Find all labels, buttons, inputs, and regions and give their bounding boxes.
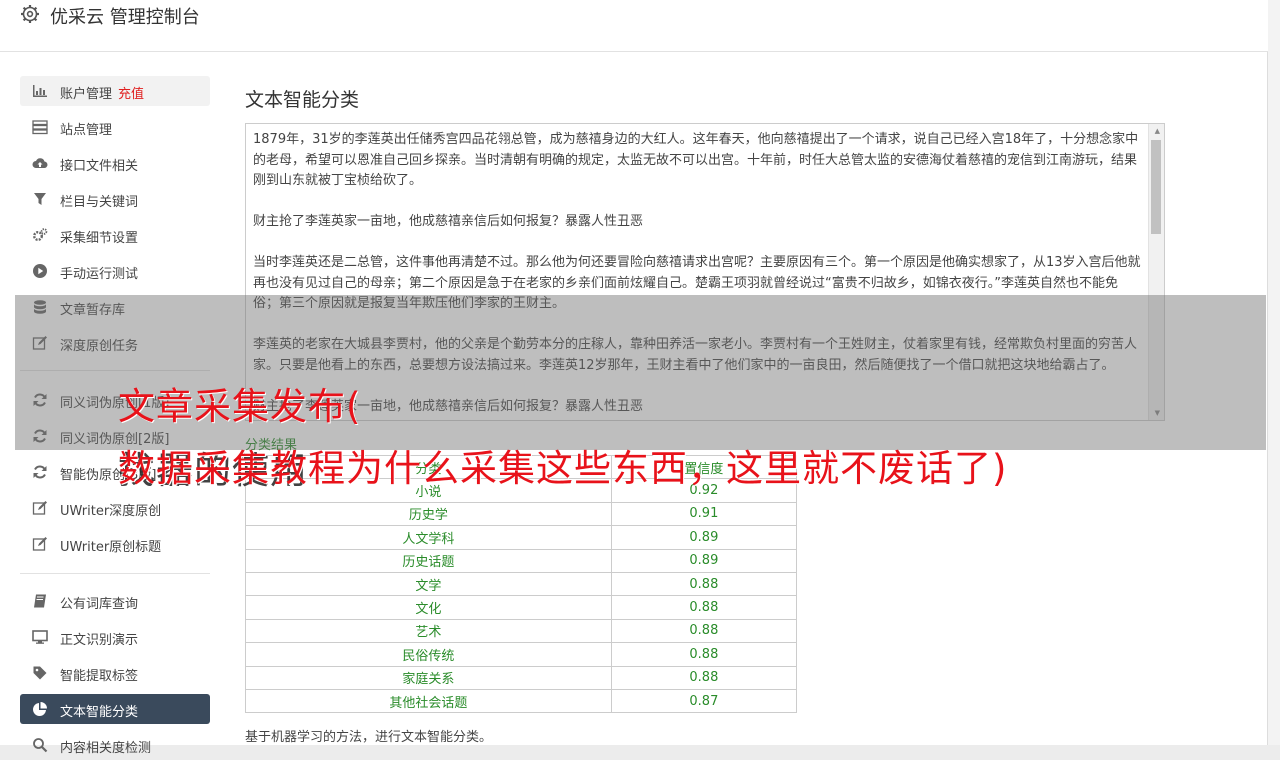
confidence-cell: 0.88 bbox=[610, 665, 798, 690]
table-row: 民俗传统 0.88 bbox=[245, 642, 798, 667]
table-row: 艺术 0.88 bbox=[245, 618, 798, 644]
bar-chart-icon bbox=[33, 85, 47, 97]
category-cell: 民俗传统 bbox=[245, 642, 612, 667]
server-icon bbox=[32, 120, 48, 135]
category-cell: 历史话题 bbox=[245, 548, 612, 573]
category-cell: 人文学科 bbox=[245, 525, 612, 550]
table-row: 其他社会话题 0.87 bbox=[245, 688, 798, 714]
sidebar-item-label: 内容相关度检测 bbox=[60, 741, 152, 756]
category-cell: 家庭关系 bbox=[245, 665, 612, 690]
book-icon bbox=[34, 594, 46, 608]
page-scrollbar[interactable] bbox=[1268, 0, 1280, 745]
sidebar-item-text-recognition[interactable]: 正文识别演示 bbox=[20, 622, 210, 652]
category-cell: 文学 bbox=[245, 571, 612, 597]
confidence-cell: 0.88 bbox=[610, 642, 798, 667]
sidebar-item-uwriter-deep[interactable]: UWriter深度原创 bbox=[20, 493, 210, 523]
category-cell: 文化 bbox=[245, 595, 612, 620]
pie-chart-icon bbox=[33, 702, 47, 716]
sidebar-item-label: 站点管理 bbox=[60, 123, 113, 138]
table-row: 文学 0.88 bbox=[245, 571, 798, 597]
sidebar-item-uwriter-title[interactable]: UWriter原创标题 bbox=[20, 529, 210, 559]
tag-icon bbox=[33, 666, 47, 680]
sidebar-item-sites[interactable]: 站点管理 bbox=[20, 112, 210, 142]
table-row: 人文学科 0.89 bbox=[245, 525, 798, 550]
edit-icon bbox=[32, 537, 47, 551]
sidebar-item-label: 栏目与关键词 bbox=[60, 195, 139, 210]
sidebar-item-public-lexicon[interactable]: 公有词库查询 bbox=[20, 586, 210, 616]
paragraph: 财主抢了李莲英家一亩地，他成慈禧亲信后如何报复？暴露人性丑恶 bbox=[253, 214, 644, 229]
confidence-cell: 0.89 bbox=[610, 548, 798, 573]
table-row: 历史学 0.91 bbox=[245, 501, 798, 527]
edit-icon bbox=[32, 501, 47, 515]
scroll-up-arrow-icon[interactable]: ▲ bbox=[1155, 127, 1160, 135]
category-cell: 其他社会话题 bbox=[245, 688, 612, 714]
sidebar-item-relevance-check[interactable]: 内容相关度检测 bbox=[20, 730, 210, 760]
sidebar-item-label: 正文识别演示 bbox=[60, 633, 139, 648]
sidebar-item-label: 账户管理 bbox=[60, 87, 113, 102]
confidence-cell: 0.88 bbox=[610, 571, 798, 597]
table-row: 家庭关系 0.88 bbox=[245, 665, 798, 690]
paragraph: 1879年，31岁的李莲英出任储秀宫四品花翎总管，成为慈禧身边的大红人。这年春天… bbox=[253, 132, 1139, 188]
sidebar-item-label: 智能提取标签 bbox=[60, 669, 139, 684]
recharge-link[interactable]: 充值 bbox=[118, 87, 144, 102]
sidebar-item-text-classify[interactable]: 文本智能分类 bbox=[20, 694, 210, 724]
sidebar-item-collect-settings[interactable]: 采集细节设置 bbox=[20, 220, 210, 250]
caption-overlay-text: 数据采集教程为什么采集这些东西，这里就不废话了) bbox=[118, 447, 1008, 490]
classification-table: 分类 置信度 小说 0.92 历史学 0.91 人文学科 0.89 历史话题 0.89 … bbox=[245, 454, 798, 714]
table-row: 文化 0.88 bbox=[245, 595, 798, 620]
sidebar-divider bbox=[20, 573, 210, 574]
search-icon bbox=[33, 738, 48, 753]
sidebar-item-label: 公有词库查询 bbox=[60, 597, 139, 612]
sidebar-item-label: 文本智能分类 bbox=[60, 705, 139, 720]
sidebar-item-label: 采集细节设置 bbox=[60, 231, 139, 246]
confidence-cell: 0.87 bbox=[610, 688, 798, 714]
category-cell: 历史学 bbox=[245, 501, 612, 527]
table-row: 历史话题 0.89 bbox=[245, 548, 798, 573]
refresh-icon bbox=[33, 465, 47, 479]
confidence-cell: 0.89 bbox=[610, 525, 798, 550]
gear-icon[interactable] bbox=[20, 4, 40, 24]
sidebar-item-label: 接口文件相关 bbox=[60, 159, 139, 174]
filter-icon bbox=[34, 193, 46, 205]
scroll-thumb[interactable] bbox=[1151, 140, 1161, 234]
confidence-cell: 0.91 bbox=[610, 501, 798, 527]
sidebar-item-interface-files[interactable]: 接口文件相关 bbox=[20, 148, 210, 178]
sidebar-item-manual-run[interactable]: 手动运行测试 bbox=[20, 256, 210, 286]
top-bar: 优采云 管理控制台 bbox=[0, 0, 1268, 52]
sidebar-item-label: 手动运行测试 bbox=[60, 267, 139, 282]
sidebar-item-label: UWriter深度原创 bbox=[60, 504, 162, 519]
cloud-upload-icon bbox=[32, 158, 48, 169]
sidebar-item-account[interactable]: 账户管理 充值 bbox=[20, 76, 210, 106]
monitor-icon bbox=[32, 630, 48, 644]
sidebar-item-label: UWriter原创标题 bbox=[60, 540, 162, 555]
gears-icon bbox=[33, 228, 48, 241]
confidence-cell: 0.88 bbox=[610, 618, 798, 644]
sidebar-item-smart-tags[interactable]: 智能提取标签 bbox=[20, 658, 210, 688]
app-title: 优采云 管理控制台 bbox=[50, 7, 200, 28]
page-title: 文本智能分类 bbox=[245, 89, 360, 111]
caption-overlay-text: 文章采集发布( bbox=[118, 385, 362, 428]
confidence-cell: 0.88 bbox=[610, 595, 798, 620]
category-cell: 艺术 bbox=[245, 618, 612, 644]
method-note: 基于机器学习的方法，进行文本智能分类。 bbox=[245, 730, 493, 745]
play-circle-icon bbox=[33, 264, 47, 278]
sidebar-item-columns-keywords[interactable]: 栏目与关键词 bbox=[20, 184, 210, 214]
